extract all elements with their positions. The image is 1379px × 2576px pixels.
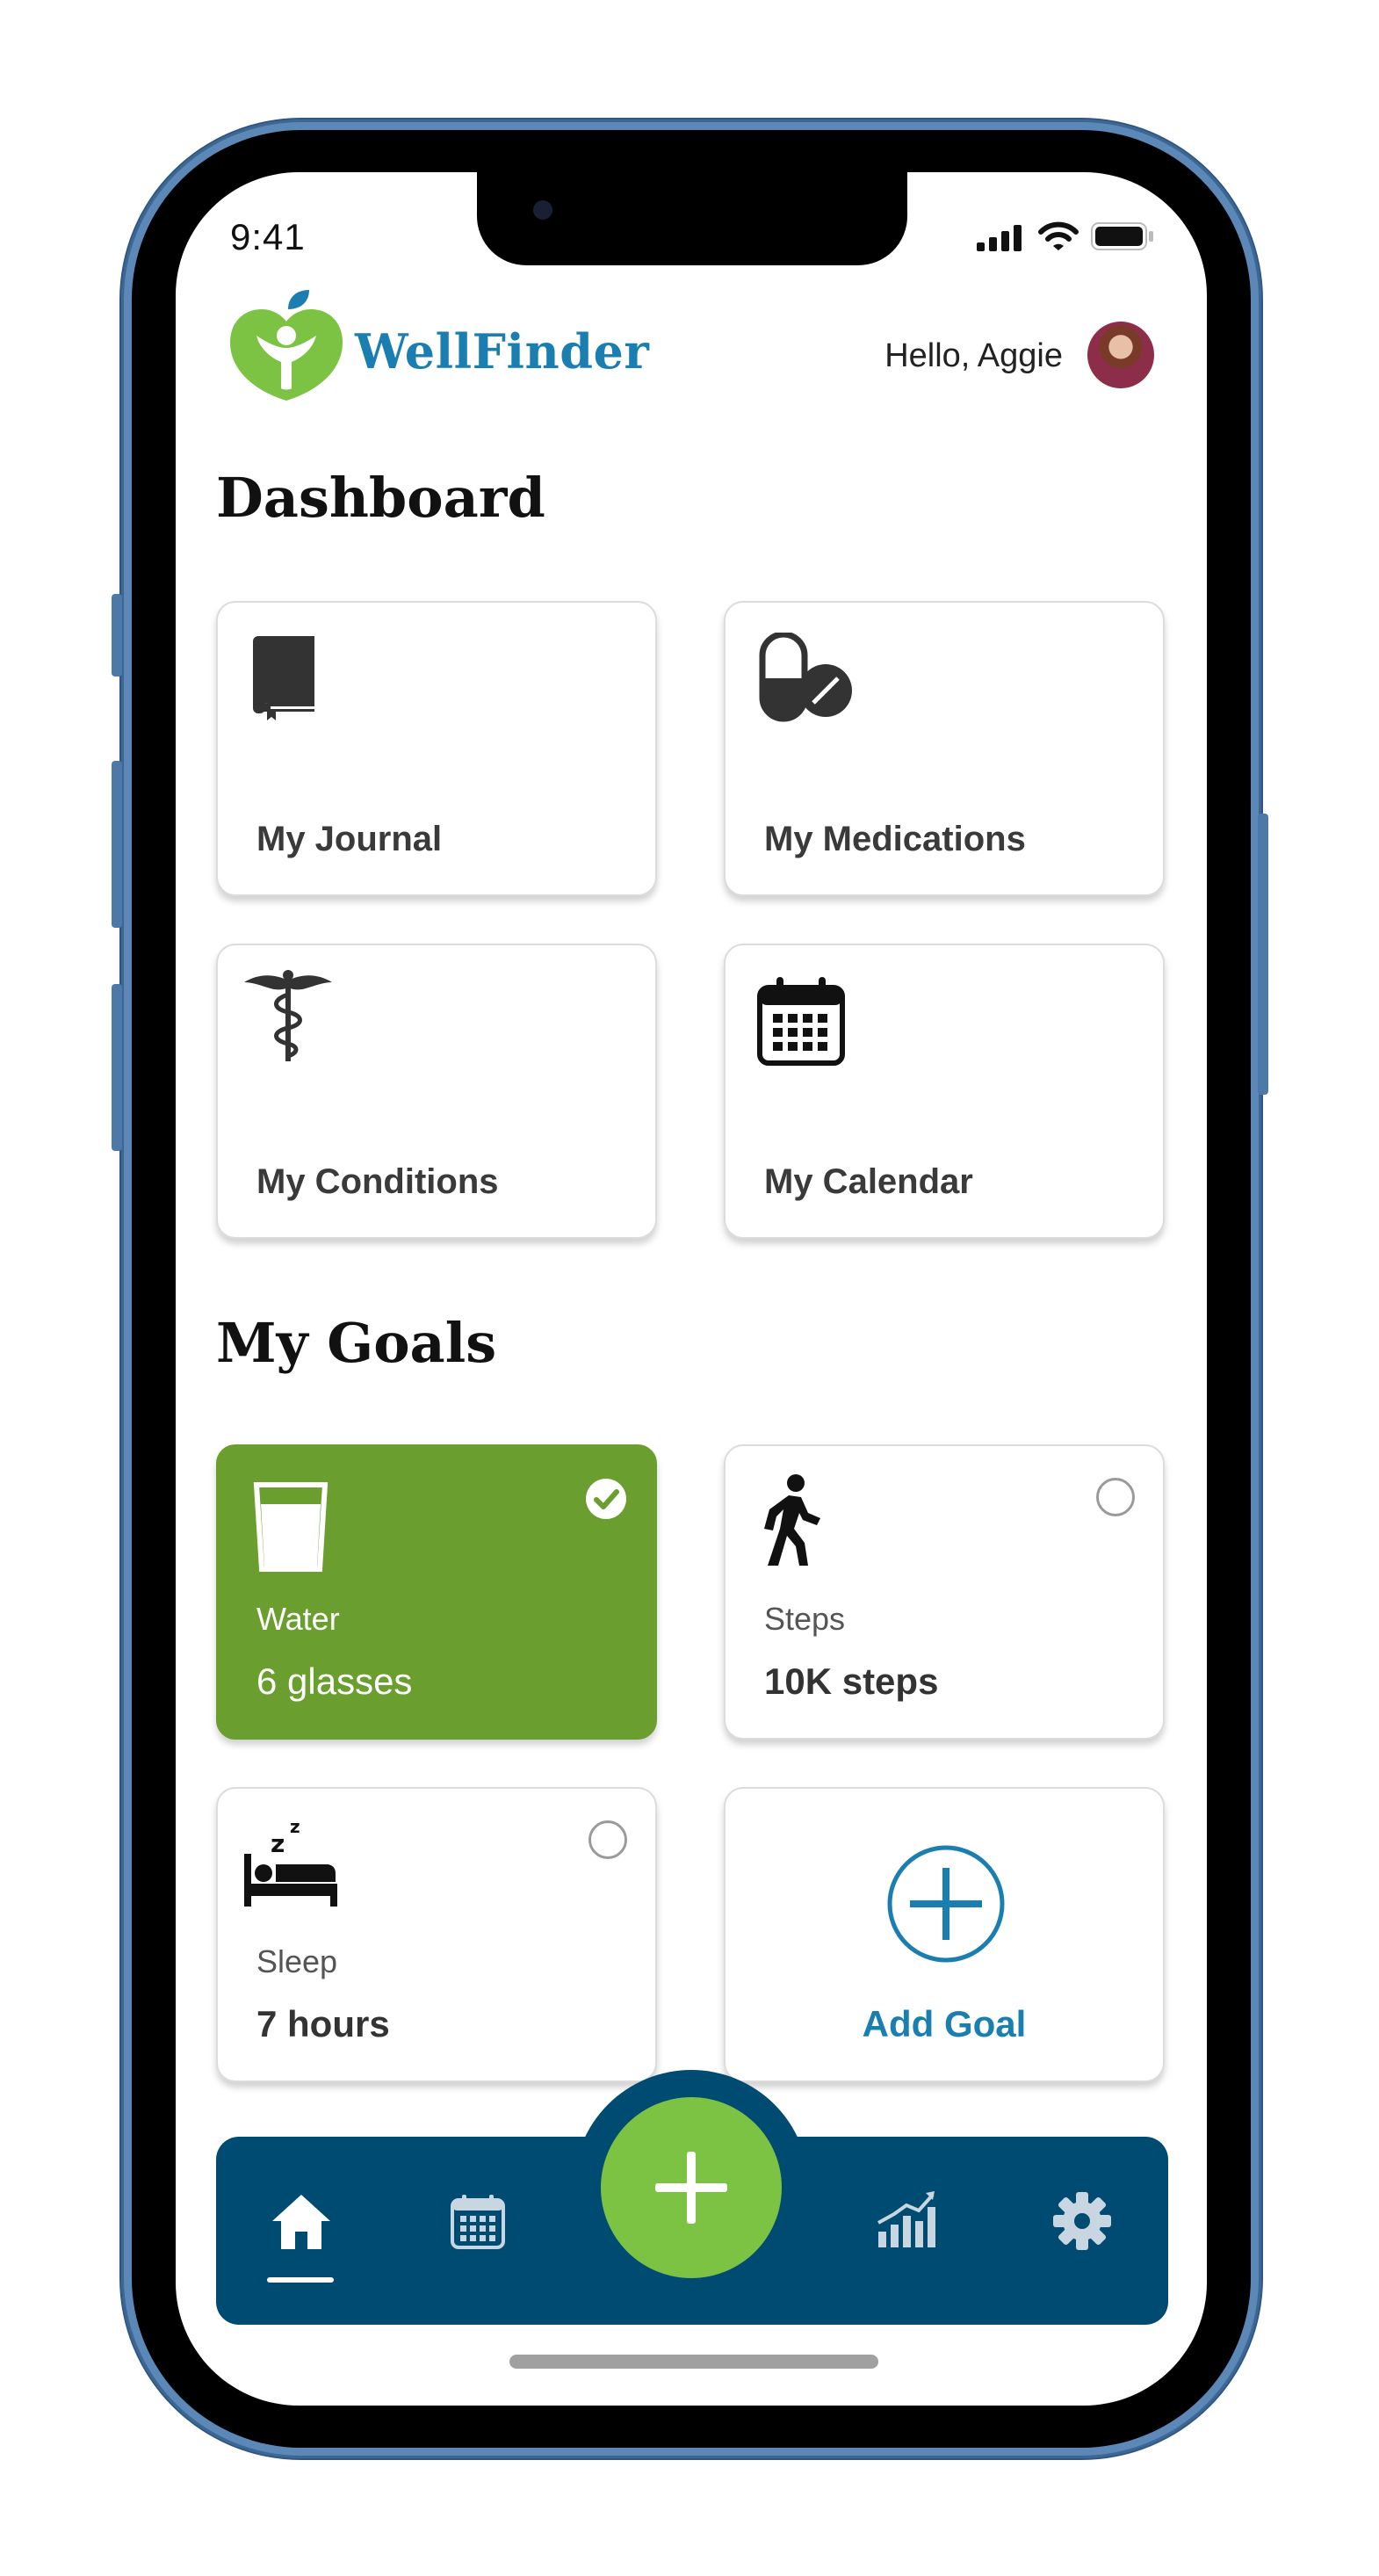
goal-value: 6 glasses xyxy=(256,1661,413,1702)
goal-card-steps[interactable]: Steps 10K steps xyxy=(724,1444,1165,1740)
wellfinder-logo-icon xyxy=(230,290,343,401)
avatar[interactable] xyxy=(1087,322,1154,388)
app-header: WellFinder Hello, Aggie xyxy=(230,290,1154,404)
svg-text:z: z xyxy=(271,1829,285,1858)
dashboard-title: Dashboard xyxy=(216,466,545,530)
journal-book-icon xyxy=(253,636,314,720)
caduceus-icon xyxy=(244,970,332,1061)
add-circle-icon xyxy=(887,1845,1005,1963)
battery-icon xyxy=(1091,222,1153,250)
add-goal-label: Add Goal xyxy=(862,2003,1027,2044)
notch xyxy=(477,172,907,265)
walking-icon xyxy=(764,1474,820,1566)
volume-down-button xyxy=(112,984,122,1151)
goals-title: My Goals xyxy=(216,1311,497,1375)
goal-type: Sleep xyxy=(256,1943,338,1979)
settings-icon[interactable] xyxy=(1052,2191,1112,2251)
goal-card-sleep[interactable]: z z Sleep 7 hours xyxy=(216,1787,657,2082)
tile-label: My Journal xyxy=(256,820,443,858)
calendar-icon[interactable] xyxy=(450,2193,506,2249)
tile-my-medications[interactable]: My Medications xyxy=(724,601,1165,896)
goal-value: 10K steps xyxy=(764,1661,939,1702)
water-glass-icon xyxy=(253,1482,329,1572)
status-time: 9:41 xyxy=(230,216,306,257)
wifi-icon xyxy=(1038,221,1079,250)
tile-my-journal[interactable]: My Journal xyxy=(216,601,657,896)
pill-icon xyxy=(759,633,852,722)
calendar-icon xyxy=(757,977,845,1066)
mute-switch xyxy=(112,594,122,677)
active-tab-indicator xyxy=(267,2277,334,2283)
chart-icon[interactable] xyxy=(875,2189,936,2249)
home-indicator[interactable] xyxy=(509,2355,878,2369)
goal-type: Water xyxy=(256,1601,340,1637)
goal-radio[interactable] xyxy=(588,1820,627,1859)
front-camera xyxy=(533,200,552,220)
greeting-text: Hello, Aggie xyxy=(884,337,1063,374)
goal-radio[interactable] xyxy=(1096,1478,1135,1516)
cellular-signal-icon xyxy=(977,225,1022,251)
add-entry-button[interactable] xyxy=(601,2097,782,2278)
goal-value: 7 hours xyxy=(256,2003,390,2044)
power-button xyxy=(1258,814,1268,1095)
svg-text:z: z xyxy=(290,1816,300,1837)
app-screen: 9:41 WellFinder Hello, Aggie Dashboard M… xyxy=(176,172,1207,2406)
add-icon xyxy=(655,2152,727,2224)
add-goal-card[interactable]: Add Goal xyxy=(724,1787,1165,2082)
home-icon[interactable] xyxy=(271,2193,332,2251)
goal-card-water[interactable]: Water 6 glasses xyxy=(216,1444,657,1740)
tile-label: My Conditions xyxy=(256,1162,499,1201)
sleep-bed-icon: z z xyxy=(244,1816,337,1907)
app-logo-text: WellFinder xyxy=(355,323,650,380)
volume-up-button xyxy=(112,761,122,928)
tile-label: My Medications xyxy=(764,820,1026,858)
goal-type: Steps xyxy=(764,1601,846,1637)
checkmark-icon[interactable] xyxy=(585,1478,627,1520)
tile-my-conditions[interactable]: My Conditions xyxy=(216,944,657,1239)
tile-label: My Calendar xyxy=(764,1162,973,1201)
tile-my-calendar[interactable]: My Calendar xyxy=(724,944,1165,1239)
status-icons xyxy=(977,221,1154,251)
